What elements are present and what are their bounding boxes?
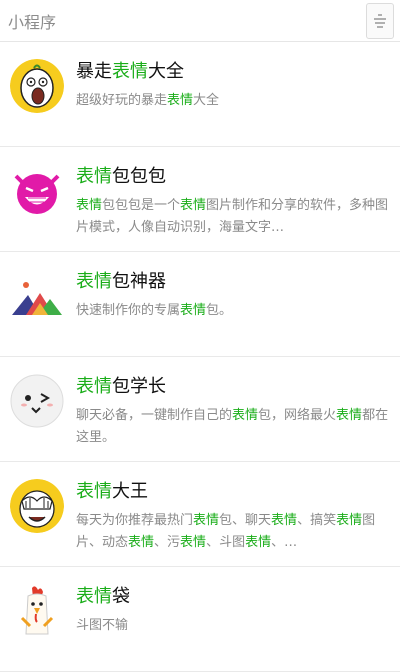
item-title: 表情大王: [76, 481, 148, 502]
pink-devil-icon: [10, 164, 64, 218]
item-description: 斗图不输: [76, 618, 129, 633]
list-item[interactable]: 暴走表情大全 超级好玩的暴走表情大全: [0, 42, 400, 147]
list-item[interactable]: 表情大王 每天为你推荐最热门表情包、聊天表情、搞笑表情图片、动态表情、污表情、斗…: [0, 462, 400, 567]
item-title: 表情袋: [76, 586, 130, 607]
item-description: 超级好玩的暴走表情大全: [76, 93, 220, 108]
filter-lines-icon: [374, 13, 386, 28]
filter-button[interactable]: [366, 2, 394, 39]
top-bar: 小程序: [0, 0, 400, 42]
mountain-icon: [10, 269, 64, 323]
item-description: 快速制作你的专属表情包。: [76, 303, 233, 318]
item-description: 每天为你推荐最热门表情包、聊天表情、搞笑表情图片、动态表情、污表情、斗图表情、…: [76, 513, 376, 550]
item-title: 表情包包包: [76, 166, 166, 187]
item-title: 表情包神器: [76, 271, 166, 292]
item-description: 表情包包包是一个表情图片制作和分享的软件，多种图片模式，人像自动识别，海量文字…: [76, 198, 389, 235]
item-title: 暴走表情大全: [76, 61, 184, 82]
miniprogram-list: 暴走表情大全 超级好玩的暴走表情大全 表情包包包 表情包包包是一个表情图片制作和…: [0, 42, 400, 672]
item-description: 聊天必备，一键制作自己的表情包，网络最火表情都在这里。: [76, 408, 389, 445]
list-item[interactable]: 表情包包包 表情包包包是一个表情图片制作和分享的软件，多种图片模式，人像自动识别…: [0, 147, 400, 252]
rage-face-icon: [10, 59, 64, 113]
chicken-icon: [10, 584, 64, 638]
wink-face-icon: [10, 374, 64, 428]
list-item[interactable]: 表情包学长 聊天必备，一键制作自己的表情包，网络最火表情都在这里。: [0, 357, 400, 462]
page-title: 小程序: [8, 12, 57, 32]
list-item[interactable]: 表情袋 斗图不输: [0, 567, 400, 672]
list-item[interactable]: 表情包神器 快速制作你的专属表情包。: [0, 252, 400, 357]
item-title: 表情包学长: [76, 376, 166, 397]
facepalm-icon: [10, 479, 64, 533]
